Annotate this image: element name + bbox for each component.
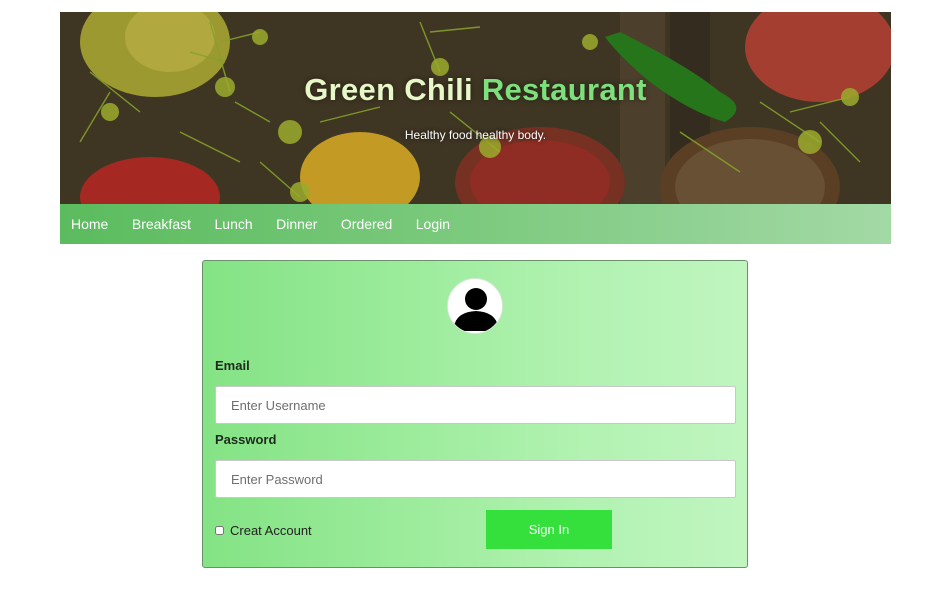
nav-item-ordered[interactable]: Ordered — [341, 216, 392, 232]
password-label: Password — [215, 432, 277, 447]
main-nav: Home Breakfast Lunch Dinner Ordered Logi… — [60, 204, 891, 244]
nav-item-breakfast[interactable]: Breakfast — [132, 216, 191, 232]
site-subtitle: Healthy food healthy body. — [404, 128, 547, 142]
vegetables-background-image — [60, 12, 891, 204]
sign-in-button[interactable]: Sign In — [486, 510, 612, 549]
nav-item-dinner[interactable]: Dinner — [276, 216, 317, 232]
password-field[interactable] — [215, 460, 736, 498]
site-title-part2: Restaurant — [481, 72, 647, 107]
nav-item-lunch[interactable]: Lunch — [215, 216, 253, 232]
site-title-part1: Green Chili — [304, 72, 473, 107]
site-title: Green Chili Restaurant — [60, 72, 891, 108]
nav-item-home[interactable]: Home — [71, 216, 108, 232]
create-account-checkbox[interactable] — [215, 526, 224, 535]
create-account-row: Creat Account — [215, 523, 312, 538]
login-form: Email Password Creat Account Sign In — [202, 260, 748, 568]
header-banner: Green Chili Restaurant Healthy food heal… — [60, 12, 891, 204]
create-account-label: Creat Account — [230, 523, 312, 538]
email-field[interactable] — [215, 386, 736, 424]
user-avatar-icon — [447, 278, 503, 334]
nav-item-login[interactable]: Login — [416, 216, 450, 232]
email-label: Email — [215, 358, 250, 373]
